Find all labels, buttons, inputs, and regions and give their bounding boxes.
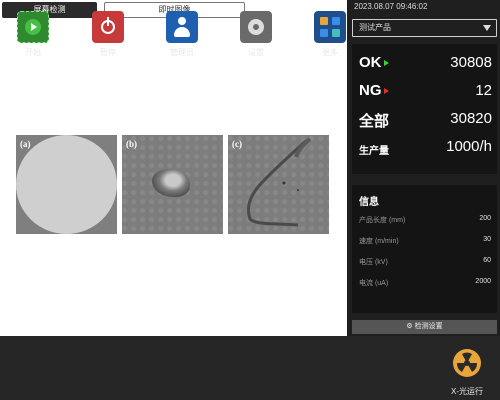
image-panel-c: (c) xyxy=(228,135,329,234)
all-label: 全部 xyxy=(359,113,390,130)
chevron-down-icon xyxy=(483,25,491,31)
ng-row: NG 12 xyxy=(359,82,492,104)
panel-label-a: (a) xyxy=(20,139,31,149)
all-row: 全部 30820 xyxy=(359,110,492,132)
gear-icon: ⚙ xyxy=(406,323,413,330)
ok-value: 30808 xyxy=(450,54,492,71)
image-panel-b: (b) xyxy=(122,135,223,234)
ok-row: OK 30808 xyxy=(359,54,492,76)
info-row: 电压 (kV) 60 xyxy=(359,257,491,269)
ok-label: OK xyxy=(359,54,382,71)
all-value: 30820 xyxy=(450,110,492,127)
circle-specimen xyxy=(16,135,117,234)
info-label: 电压 (kV) xyxy=(359,259,388,266)
xray-run-label: X-光运行 xyxy=(451,387,483,396)
info-value: 2000 xyxy=(475,278,491,285)
rate-label: 生产量 xyxy=(359,146,389,157)
info-panel: 信息 产品长度 (mm) 200 速度 (m/min) 30 电压 (kV) 6… xyxy=(352,185,497,313)
admin-label: 管理员 xyxy=(170,48,194,57)
ng-label: NG xyxy=(359,82,382,99)
power-icon xyxy=(92,11,124,43)
start-button[interactable]: 开始 xyxy=(3,11,63,58)
panel-label-b: (b) xyxy=(126,139,137,149)
settings-button[interactable]: 设置 xyxy=(226,11,286,58)
play-arrow-green-icon xyxy=(383,60,389,67)
info-value: 200 xyxy=(479,215,491,222)
info-value: 30 xyxy=(483,236,491,243)
more-button[interactable]: 更多 xyxy=(300,11,360,58)
info-label: 速度 (m/min) xyxy=(359,238,399,245)
panel-label-c: (c) xyxy=(232,139,242,149)
detect-settings-button[interactable]: ⚙ 检测设置 xyxy=(352,320,497,334)
info-title: 信息 xyxy=(359,197,379,208)
rate-value: 1000/h xyxy=(446,138,492,155)
user-icon xyxy=(166,11,198,43)
info-row: 速度 (m/min) 30 xyxy=(359,236,491,248)
rate-row: 生产量 1000/h xyxy=(359,138,492,160)
info-label: 电流 (uA) xyxy=(359,280,389,287)
info-row: 产品长度 (mm) 200 xyxy=(359,215,491,227)
detect-settings-label: 检测设置 xyxy=(414,323,443,330)
ng-value: 12 xyxy=(475,82,492,99)
info-label: 产品长度 (mm) xyxy=(359,217,406,224)
crack-lines xyxy=(246,137,312,227)
stats-panel: OK 30808 NG 12 全部 30820 生产量 1000/h xyxy=(352,44,497,174)
more-label: 更多 xyxy=(322,48,338,57)
pause-button[interactable]: 暂停 xyxy=(78,11,138,58)
info-value: 60 xyxy=(483,257,491,264)
admin-button[interactable]: 管理员 xyxy=(152,11,212,58)
product-select[interactable]: 测试产品 xyxy=(352,19,497,37)
product-select-value: 测试产品 xyxy=(359,23,391,32)
pause-label: 暂停 xyxy=(100,48,116,57)
xray-run-button[interactable] xyxy=(453,349,481,377)
radiation-icon xyxy=(456,352,478,372)
image-panel-a: (a) xyxy=(16,135,117,234)
play-icon xyxy=(17,11,49,43)
grid-apps-icon xyxy=(314,11,346,43)
bottom-toolbar xyxy=(0,336,500,400)
info-row: 电流 (uA) 2000 xyxy=(359,278,491,290)
start-label: 开始 xyxy=(25,48,41,57)
settings-label: 设置 xyxy=(248,48,264,57)
gear-icon xyxy=(240,11,272,43)
datetime: 2023.08.07 09:46:02 xyxy=(354,2,428,11)
play-arrow-red-icon xyxy=(383,88,389,95)
